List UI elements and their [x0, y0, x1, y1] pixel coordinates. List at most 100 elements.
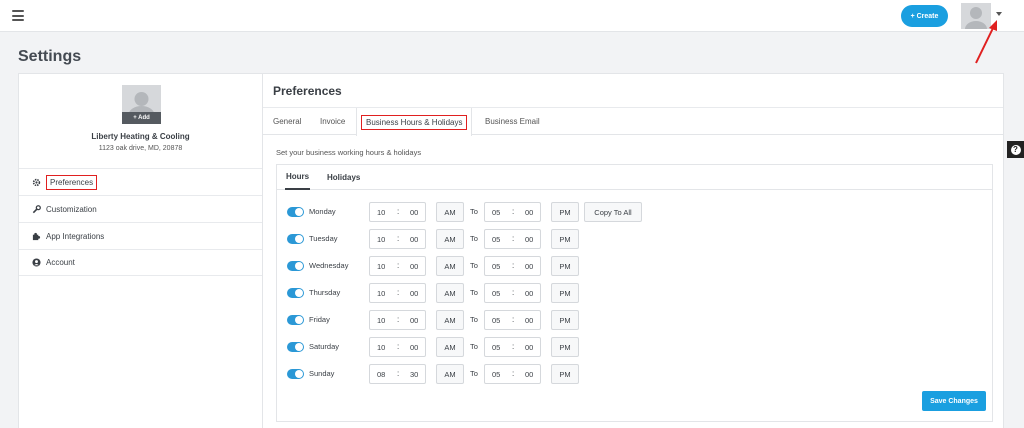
from-time-input[interactable]: 10: 00 — [369, 283, 426, 303]
to-time-input[interactable]: 05: 00 — [484, 229, 541, 249]
day-enabled-toggle[interactable] — [287, 207, 304, 217]
from-hour-field[interactable]: 10 — [377, 235, 385, 244]
time-separator: : — [397, 234, 400, 243]
from-hour-field[interactable]: 10 — [377, 343, 385, 352]
tab-holidays[interactable]: Holidays — [327, 165, 360, 190]
save-changes-button[interactable]: Save Changes — [922, 391, 986, 411]
from-time-input[interactable]: 10: 00 — [369, 256, 426, 276]
to-hour-field[interactable]: 05 — [492, 208, 500, 217]
to-ampm-toggle[interactable]: PM — [551, 310, 579, 330]
create-button[interactable]: + Create — [901, 5, 948, 27]
sidebar-item-customization[interactable]: Customization — [19, 195, 262, 222]
day-enabled-toggle[interactable] — [287, 261, 304, 271]
to-hour-field[interactable]: 05 — [492, 235, 500, 244]
sidebar-item-preferences[interactable]: Preferences — [19, 168, 262, 195]
to-ampm-toggle[interactable]: PM — [551, 256, 579, 276]
day-label: Wednesday — [309, 261, 349, 270]
from-minute-field[interactable]: 30 — [410, 370, 418, 379]
to-hour-field[interactable]: 05 — [492, 262, 500, 271]
to-minute-field[interactable]: 00 — [525, 316, 533, 325]
tab-label: Business Hours & Holidays — [361, 114, 468, 130]
day-enabled-toggle[interactable] — [287, 234, 304, 244]
to-label: To — [470, 315, 478, 324]
to-time-input[interactable]: 05: 00 — [484, 283, 541, 303]
from-minute-field[interactable]: 00 — [410, 262, 418, 271]
top-bar: + Create — [0, 0, 1024, 32]
from-ampm-toggle[interactable]: AM — [436, 256, 464, 276]
day-enabled-toggle[interactable] — [287, 342, 304, 352]
wrench-icon — [31, 204, 41, 214]
to-hour-field[interactable]: 05 — [492, 343, 500, 352]
to-hour-field[interactable]: 05 — [492, 316, 500, 325]
to-minute-field[interactable]: 00 — [525, 208, 533, 217]
puzzle-icon — [31, 231, 41, 241]
to-time-input[interactable]: 05: 00 — [484, 202, 541, 222]
from-time-input[interactable]: 10: 00 — [369, 337, 426, 357]
to-ampm-toggle[interactable]: PM — [551, 229, 579, 249]
day-label: Tuesday — [309, 234, 338, 243]
to-ampm-toggle[interactable]: PM — [551, 283, 579, 303]
hamburger-menu-icon[interactable] — [12, 10, 24, 21]
from-hour-field[interactable]: 10 — [377, 262, 385, 271]
to-time-input[interactable]: 05: 00 — [484, 364, 541, 384]
to-ampm-toggle[interactable]: PM — [551, 202, 579, 222]
sidebar-item-app-integrations[interactable]: App Integrations — [19, 222, 262, 249]
to-time-input[interactable]: 05: 00 — [484, 310, 541, 330]
from-hour-field[interactable]: 10 — [377, 289, 385, 298]
user-menu-caret-icon[interactable] — [996, 12, 1002, 16]
from-ampm-toggle[interactable]: AM — [436, 283, 464, 303]
day-enabled-toggle[interactable] — [287, 369, 304, 379]
from-hour-field[interactable]: 08 — [377, 370, 385, 379]
to-hour-field[interactable]: 05 — [492, 289, 500, 298]
copy-to-all-button[interactable]: Copy To All — [584, 202, 642, 222]
from-ampm-toggle[interactable]: AM — [436, 337, 464, 357]
time-separator: : — [512, 261, 515, 270]
to-hour-field[interactable]: 05 — [492, 370, 500, 379]
tab-hours[interactable]: Hours — [285, 165, 311, 190]
day-enabled-toggle[interactable] — [287, 315, 304, 325]
to-ampm-toggle[interactable]: PM — [551, 364, 579, 384]
hours-subtabs: Hours Holidays — [277, 165, 992, 190]
to-minute-field[interactable]: 00 — [525, 370, 533, 379]
company-sidebar: + Add Liberty Heating & Cooling 1123 oak… — [18, 73, 263, 428]
to-minute-field[interactable]: 00 — [525, 289, 533, 298]
to-ampm-toggle[interactable]: PM — [551, 337, 579, 357]
from-ampm-toggle[interactable]: AM — [436, 229, 464, 249]
tab-business-hours-holidays[interactable]: Business Hours & Holidays — [356, 108, 473, 136]
from-hour-field[interactable]: 10 — [377, 316, 385, 325]
from-time-input[interactable]: 10: 00 — [369, 202, 426, 222]
from-ampm-toggle[interactable]: AM — [436, 310, 464, 330]
tab-general[interactable]: General — [273, 108, 301, 135]
company-address: 1123 oak drive, MD, 20878 — [98, 145, 183, 152]
from-time-input[interactable]: 10: 00 — [369, 310, 426, 330]
company-logo[interactable]: + Add — [122, 85, 161, 124]
from-minute-field[interactable]: 00 — [410, 208, 418, 217]
section-hint: Set your business working hours & holida… — [276, 148, 422, 157]
tab-invoice[interactable]: Invoice — [320, 108, 345, 135]
day-enabled-toggle[interactable] — [287, 288, 304, 298]
from-minute-field[interactable]: 00 — [410, 235, 418, 244]
add-logo-button[interactable]: + Add — [122, 112, 161, 124]
annotation-arrow-icon — [975, 20, 997, 64]
from-minute-field[interactable]: 00 — [410, 343, 418, 352]
from-ampm-toggle[interactable]: AM — [436, 202, 464, 222]
to-minute-field[interactable]: 00 — [525, 262, 533, 271]
from-time-input[interactable]: 10: 00 — [369, 229, 426, 249]
from-minute-field[interactable]: 00 — [410, 289, 418, 298]
help-icon[interactable]: ? — [1007, 141, 1024, 158]
from-minute-field[interactable]: 00 — [410, 316, 418, 325]
tab-business-email[interactable]: Business Email — [485, 108, 540, 135]
from-hour-field[interactable]: 10 — [377, 208, 385, 217]
time-separator: : — [512, 315, 515, 324]
day-label: Saturday — [309, 342, 340, 351]
day-row-saturday: Saturday 10: 00 AM To 05: 00 PM — [287, 337, 987, 357]
time-separator: : — [512, 369, 515, 378]
user-circle-icon — [31, 258, 41, 268]
from-time-input[interactable]: 08: 30 — [369, 364, 426, 384]
sidebar-item-account[interactable]: Account — [19, 249, 262, 276]
to-time-input[interactable]: 05: 00 — [484, 337, 541, 357]
to-minute-field[interactable]: 00 — [525, 343, 533, 352]
to-minute-field[interactable]: 00 — [525, 235, 533, 244]
from-ampm-toggle[interactable]: AM — [436, 364, 464, 384]
to-time-input[interactable]: 05: 00 — [484, 256, 541, 276]
